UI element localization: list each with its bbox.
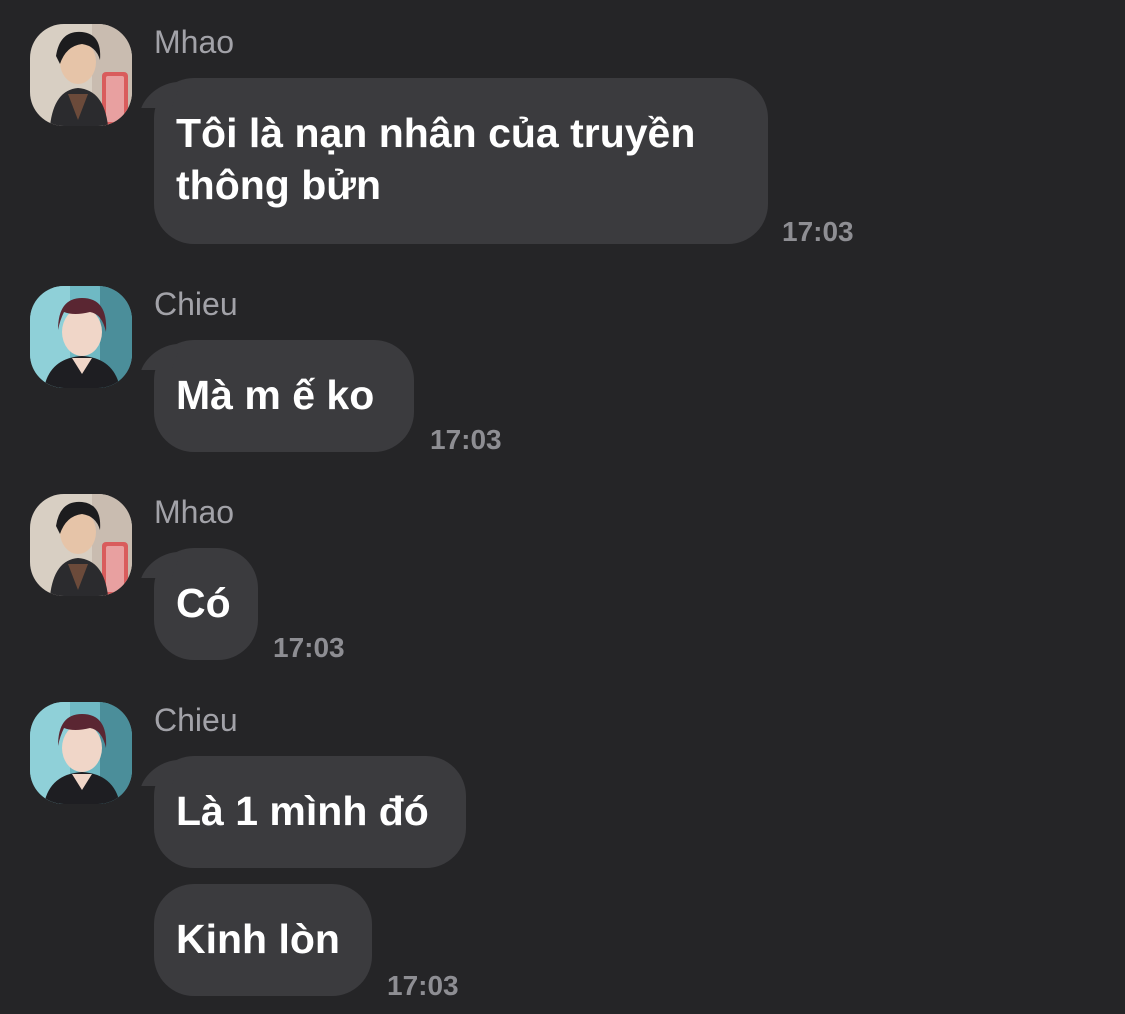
message-text: Mà m ế ko xyxy=(176,372,375,418)
message-bubble[interactable]: Là 1 mình đó xyxy=(154,756,466,868)
chieu-avatar[interactable] xyxy=(30,286,132,388)
message-text-line: thông bửn xyxy=(176,162,381,208)
message-bubble[interactable]: Tôi là nạn nhân của truyền thông bửn xyxy=(154,78,768,244)
message-timestamp: 17:03 xyxy=(387,970,459,1001)
sender-name: Mhao xyxy=(154,24,235,60)
message-bubble[interactable]: Có xyxy=(154,548,258,660)
message-timestamp: 17:03 xyxy=(430,424,502,455)
sender-name: Chieu xyxy=(154,702,238,738)
message-text: Là 1 mình đó xyxy=(176,788,429,834)
mhao-avatar[interactable] xyxy=(30,494,132,596)
chieu-avatar[interactable] xyxy=(30,702,132,804)
message-timestamp: 17:03 xyxy=(782,216,854,247)
sender-name: Chieu xyxy=(154,286,238,322)
mhao-avatar[interactable] xyxy=(30,24,132,126)
message-text-line: Tôi là nạn nhân của truyền xyxy=(176,110,696,156)
message-text: Kinh lòn xyxy=(176,916,340,962)
message-text: Có xyxy=(176,580,231,626)
chat-history[interactable]: Mhao Tôi là nạn nhân của truyền thông bử… xyxy=(0,0,1125,1014)
sender-name: Mhao xyxy=(154,494,235,530)
message-bubble[interactable]: Mà m ế ko xyxy=(154,340,414,452)
message-timestamp: 17:03 xyxy=(273,632,345,663)
message-bubble[interactable]: Kinh lòn xyxy=(154,884,372,996)
